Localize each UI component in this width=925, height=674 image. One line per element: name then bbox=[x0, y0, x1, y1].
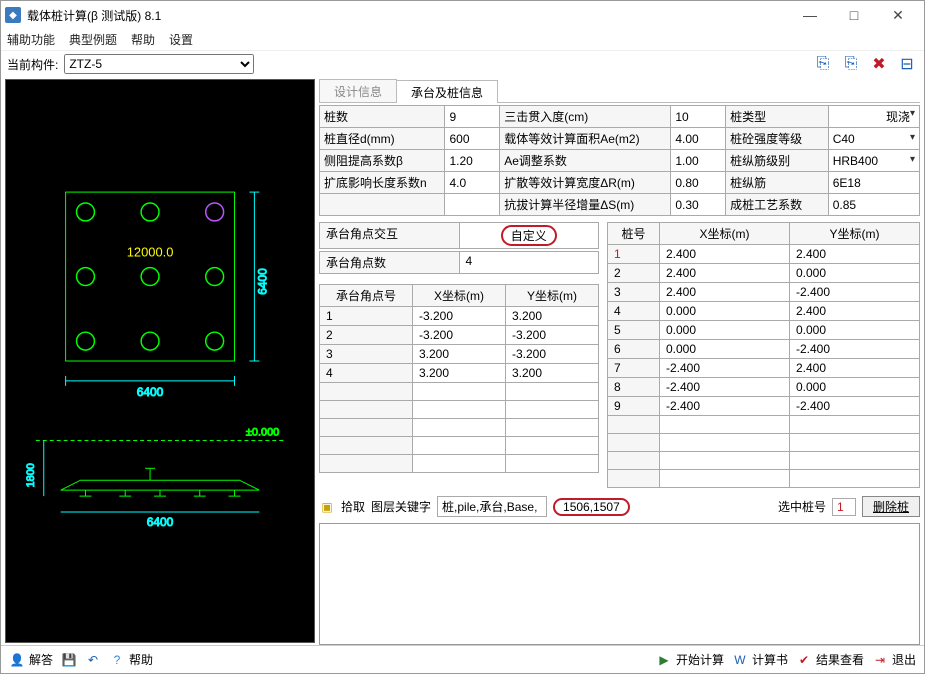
statusbar: 👤解答 💾 ↶ ?帮助 ▶开始计算 W计算书 ✔结果查看 ⇥退出 bbox=[1, 645, 924, 673]
result-view-button[interactable]: 结果查看 bbox=[816, 651, 864, 668]
picked-coord: 1506,1507 bbox=[553, 498, 630, 516]
cap-interact-value[interactable]: 自定义 bbox=[460, 222, 600, 249]
menu-aux[interactable]: 辅助功能 bbox=[7, 31, 55, 48]
table-row: 50.0000.000 bbox=[608, 321, 920, 340]
table-row: 40.0002.400 bbox=[608, 302, 920, 321]
cad-viewport[interactable]: 12000.0 6400 6400 ±0.000 1800 6400 bbox=[5, 79, 315, 643]
table-row: 12.4002.400 bbox=[608, 245, 920, 264]
book-icon: W bbox=[732, 652, 748, 668]
answer-button[interactable]: 解答 bbox=[29, 651, 53, 668]
cap-count-value[interactable]: 4 bbox=[460, 251, 600, 274]
table-row: 7-2.4002.400 bbox=[608, 359, 920, 378]
svg-text:1800: 1800 bbox=[25, 463, 37, 487]
layer-keyword-label: 图层关键字 bbox=[371, 498, 431, 515]
menubar: 辅助功能 典型例题 帮助 设置 bbox=[1, 29, 924, 51]
cap-interact-label: 承台角点交互 bbox=[319, 222, 460, 249]
table-row: 32.400-2.400 bbox=[608, 283, 920, 302]
cap-count-label: 承台角点数 bbox=[319, 251, 460, 274]
start-calc-button[interactable]: 开始计算 bbox=[676, 651, 724, 668]
minimize-button[interactable]: — bbox=[788, 1, 832, 29]
undo-icon[interactable]: ↶ bbox=[85, 652, 101, 668]
selected-pile-label: 选中桩号 bbox=[778, 498, 826, 515]
calc-icon: ▶ bbox=[656, 652, 672, 668]
delete-icon[interactable]: ✖ bbox=[870, 55, 888, 73]
table-row: 60.000-2.400 bbox=[608, 340, 920, 359]
pick-button[interactable]: 拾取 bbox=[341, 498, 365, 515]
window-title: 载体桩计算(β 测试版) 8.1 bbox=[27, 7, 788, 24]
help-button[interactable]: 帮助 bbox=[129, 651, 153, 668]
svg-text:6400: 6400 bbox=[137, 385, 164, 399]
table-row: 33.200-3.200 bbox=[320, 345, 599, 364]
pile-type[interactable]: 现浇▾ bbox=[828, 106, 919, 128]
menu-help[interactable]: 帮助 bbox=[131, 31, 155, 48]
user-icon: 👤 bbox=[9, 652, 25, 668]
exit-button[interactable]: 退出 bbox=[892, 651, 916, 668]
svg-text:±0.000: ±0.000 bbox=[246, 427, 279, 439]
output-textarea[interactable] bbox=[319, 523, 920, 645]
copy-add-icon[interactable]: ⎘ bbox=[814, 55, 832, 73]
table-row: 2-3.200-3.200 bbox=[320, 326, 599, 345]
svg-text:6400: 6400 bbox=[255, 268, 269, 295]
current-component-label: 当前构件: bbox=[7, 56, 58, 73]
toolbar: 当前构件: ZTZ-5 ⎘ ⎘ ✖ ⊟ bbox=[1, 51, 924, 77]
pile-count[interactable]: 9 bbox=[445, 106, 500, 128]
table-row: 9-2.400-2.400 bbox=[608, 397, 920, 416]
save-icon[interactable]: 💾 bbox=[61, 652, 77, 668]
help-icon: ? bbox=[109, 652, 125, 668]
selected-pile-value[interactable]: 1 bbox=[832, 498, 856, 516]
pick-row: ▣ 拾取 图层关键字 桩,pile,承台,Base, 1506,1507 选中桩… bbox=[319, 496, 920, 517]
pile-coord-table: 桩号X坐标(m)Y坐标(m) 12.4002.400 22.4000.000 3… bbox=[607, 222, 920, 488]
cap-corner-table: 承台角点号X坐标(m)Y坐标(m) 1-3.2003.200 2-3.200-3… bbox=[319, 284, 599, 473]
svg-text:12000.0: 12000.0 bbox=[127, 245, 174, 260]
copy-icon[interactable]: ⎘ bbox=[842, 55, 860, 73]
menu-settings[interactable]: 设置 bbox=[169, 31, 193, 48]
table-row: 1-3.2003.200 bbox=[320, 307, 599, 326]
tab-design-info[interactable]: 设计信息 bbox=[319, 79, 397, 102]
exit-icon: ⇥ bbox=[872, 652, 888, 668]
table-row: 43.2003.200 bbox=[320, 364, 599, 383]
property-grid: 桩数9三击贯入度(cm)10桩类型现浇▾ 桩直径d(mm)600载体等效计算面积… bbox=[319, 105, 920, 216]
table-row: 8-2.4000.000 bbox=[608, 378, 920, 397]
layer-keyword-input[interactable]: 桩,pile,承台,Base, bbox=[437, 496, 547, 517]
list-icon[interactable]: ⊟ bbox=[898, 55, 916, 73]
close-button[interactable]: ✕ bbox=[876, 1, 920, 29]
current-component-select[interactable]: ZTZ-5 bbox=[64, 54, 254, 74]
table-row: 22.4000.000 bbox=[608, 264, 920, 283]
delete-pile-button[interactable]: 删除桩 bbox=[862, 496, 920, 517]
pick-icon[interactable]: ▣ bbox=[319, 499, 335, 515]
tab-pile-info[interactable]: 承台及桩信息 bbox=[396, 80, 498, 103]
menu-examples[interactable]: 典型例题 bbox=[69, 31, 117, 48]
calc-book-button[interactable]: 计算书 bbox=[752, 651, 788, 668]
svg-text:6400: 6400 bbox=[147, 515, 174, 529]
titlebar: ◆ 载体桩计算(β 测试版) 8.1 — □ ✕ bbox=[1, 1, 924, 29]
maximize-button[interactable]: □ bbox=[832, 1, 876, 29]
app-icon: ◆ bbox=[5, 7, 21, 23]
tabstrip: 设计信息 承台及桩信息 bbox=[319, 79, 920, 103]
result-icon: ✔ bbox=[796, 652, 812, 668]
